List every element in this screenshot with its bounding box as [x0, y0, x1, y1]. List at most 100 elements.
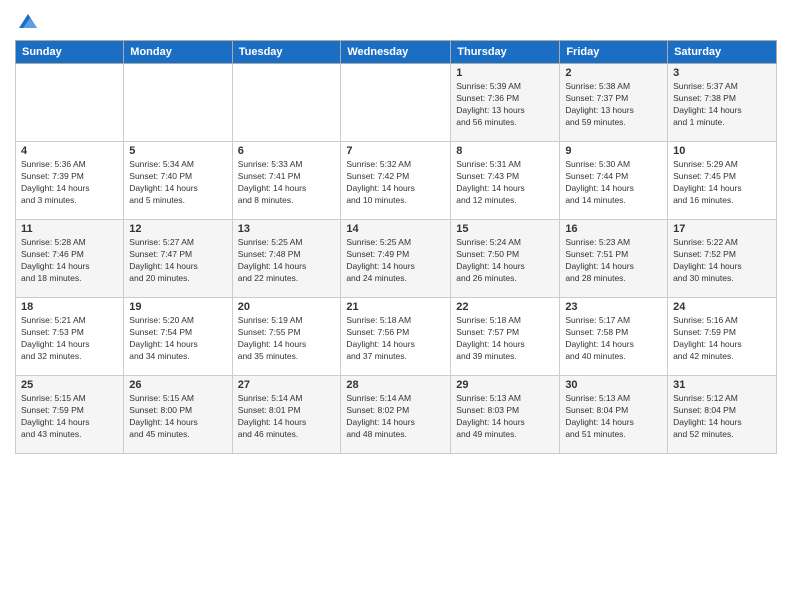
day-cell: 12 Sunrise: 5:27 AM Sunset: 7:47 PM Dayli…	[124, 220, 232, 298]
day-number: 13	[238, 223, 336, 235]
day-number: 7	[346, 145, 445, 157]
day-info: Sunrise: 5:14 AM Sunset: 8:02 PM Dayligh…	[346, 393, 445, 441]
day-number: 30	[565, 379, 662, 391]
day-cell: 6 Sunrise: 5:33 AM Sunset: 7:41 PM Daylig…	[232, 142, 341, 220]
weekday-header-monday: Monday	[124, 41, 232, 64]
day-number: 21	[346, 301, 445, 313]
day-number: 31	[673, 379, 771, 391]
day-info: Sunrise: 5:27 AM Sunset: 7:47 PM Dayligh…	[129, 237, 226, 285]
day-info: Sunrise: 5:37 AM Sunset: 7:38 PM Dayligh…	[673, 81, 771, 129]
weekday-header-thursday: Thursday	[451, 41, 560, 64]
day-info: Sunrise: 5:16 AM Sunset: 7:59 PM Dayligh…	[673, 315, 771, 363]
day-number: 29	[456, 379, 554, 391]
day-number: 28	[346, 379, 445, 391]
header	[15, 10, 777, 32]
day-info: Sunrise: 5:13 AM Sunset: 8:03 PM Dayligh…	[456, 393, 554, 441]
day-info: Sunrise: 5:13 AM Sunset: 8:04 PM Dayligh…	[565, 393, 662, 441]
day-cell: 4Sunrise: 5:36 AM Sunset: 7:39 PM Daylig…	[16, 142, 124, 220]
day-cell: 16 Sunrise: 5:23 AM Sunset: 7:51 PM Dayli…	[560, 220, 668, 298]
day-info: Sunrise: 5:20 AM Sunset: 7:54 PM Dayligh…	[129, 315, 226, 363]
day-info: Sunrise: 5:15 AM Sunset: 8:00 PM Dayligh…	[129, 393, 226, 441]
day-number: 17	[673, 223, 771, 235]
day-cell: 23 Sunrise: 5:17 AM Sunset: 7:58 PM Dayli…	[560, 298, 668, 376]
day-cell: 7 Sunrise: 5:32 AM Sunset: 7:42 PM Daylig…	[341, 142, 451, 220]
day-info: Sunrise: 5:31 AM Sunset: 7:43 PM Dayligh…	[456, 159, 554, 207]
day-cell: 9 Sunrise: 5:30 AM Sunset: 7:44 PM Daylig…	[560, 142, 668, 220]
day-cell: 24 Sunrise: 5:16 AM Sunset: 7:59 PM Dayli…	[668, 298, 777, 376]
day-info: Sunrise: 5:39 AM Sunset: 7:36 PM Dayligh…	[456, 81, 554, 129]
day-number: 15	[456, 223, 554, 235]
day-info: Sunrise: 5:30 AM Sunset: 7:44 PM Dayligh…	[565, 159, 662, 207]
day-number: 9	[565, 145, 662, 157]
day-number: 2	[565, 67, 662, 79]
day-number: 12	[129, 223, 226, 235]
day-cell: 3 Sunrise: 5:37 AM Sunset: 7:38 PM Daylig…	[668, 64, 777, 142]
day-cell: 14 Sunrise: 5:25 AM Sunset: 7:49 PM Dayli…	[341, 220, 451, 298]
day-number: 10	[673, 145, 771, 157]
day-cell: 29 Sunrise: 5:13 AM Sunset: 8:03 PM Dayli…	[451, 376, 560, 454]
day-cell	[232, 64, 341, 142]
day-number: 4	[21, 145, 118, 157]
day-cell: 13Sunrise: 5:25 AM Sunset: 7:48 PM Dayli…	[232, 220, 341, 298]
day-info: Sunrise: 5:25 AM Sunset: 7:49 PM Dayligh…	[346, 237, 445, 285]
day-info: Sunrise: 5:33 AM Sunset: 7:41 PM Dayligh…	[238, 159, 336, 207]
day-number: 27	[238, 379, 336, 391]
day-cell: 17 Sunrise: 5:22 AM Sunset: 7:52 PM Dayli…	[668, 220, 777, 298]
weekday-header-tuesday: Tuesday	[232, 41, 341, 64]
day-info: Sunrise: 5:21 AM Sunset: 7:53 PM Dayligh…	[21, 315, 118, 363]
day-number: 26	[129, 379, 226, 391]
calendar-header-row: SundayMondayTuesdayWednesdayThursdayFrid…	[16, 41, 777, 64]
day-cell: 18Sunrise: 5:21 AM Sunset: 7:53 PM Dayli…	[16, 298, 124, 376]
day-number: 5	[129, 145, 226, 157]
day-info: Sunrise: 5:29 AM Sunset: 7:45 PM Dayligh…	[673, 159, 771, 207]
day-info: Sunrise: 5:12 AM Sunset: 8:04 PM Dayligh…	[673, 393, 771, 441]
day-cell: 19 Sunrise: 5:20 AM Sunset: 7:54 PM Dayli…	[124, 298, 232, 376]
day-number: 20	[238, 301, 336, 313]
day-info: Sunrise: 5:23 AM Sunset: 7:51 PM Dayligh…	[565, 237, 662, 285]
day-cell: 2Sunrise: 5:38 AM Sunset: 7:37 PM Daylig…	[560, 64, 668, 142]
day-cell: 11Sunrise: 5:28 AM Sunset: 7:46 PM Dayli…	[16, 220, 124, 298]
day-number: 11	[21, 223, 118, 235]
day-number: 3	[673, 67, 771, 79]
week-row-2: 4Sunrise: 5:36 AM Sunset: 7:39 PM Daylig…	[16, 142, 777, 220]
day-cell: 22 Sunrise: 5:18 AM Sunset: 7:57 PM Dayli…	[451, 298, 560, 376]
day-cell: 8 Sunrise: 5:31 AM Sunset: 7:43 PM Daylig…	[451, 142, 560, 220]
day-cell	[124, 64, 232, 142]
logo-icon	[17, 10, 39, 32]
day-info: Sunrise: 5:22 AM Sunset: 7:52 PM Dayligh…	[673, 237, 771, 285]
day-cell: 10 Sunrise: 5:29 AM Sunset: 7:45 PM Dayli…	[668, 142, 777, 220]
week-row-4: 18Sunrise: 5:21 AM Sunset: 7:53 PM Dayli…	[16, 298, 777, 376]
day-info: Sunrise: 5:17 AM Sunset: 7:58 PM Dayligh…	[565, 315, 662, 363]
day-cell: 5Sunrise: 5:34 AM Sunset: 7:40 PM Daylig…	[124, 142, 232, 220]
day-cell: 27Sunrise: 5:14 AM Sunset: 8:01 PM Dayli…	[232, 376, 341, 454]
day-info: Sunrise: 5:32 AM Sunset: 7:42 PM Dayligh…	[346, 159, 445, 207]
calendar-table: SundayMondayTuesdayWednesdayThursdayFrid…	[15, 40, 777, 454]
day-info: Sunrise: 5:18 AM Sunset: 7:57 PM Dayligh…	[456, 315, 554, 363]
day-number: 14	[346, 223, 445, 235]
day-number: 19	[129, 301, 226, 313]
day-cell: 31 Sunrise: 5:12 AM Sunset: 8:04 PM Dayli…	[668, 376, 777, 454]
weekday-header-wednesday: Wednesday	[341, 41, 451, 64]
day-cell: 26 Sunrise: 5:15 AM Sunset: 8:00 PM Dayli…	[124, 376, 232, 454]
week-row-5: 25Sunrise: 5:15 AM Sunset: 7:59 PM Dayli…	[16, 376, 777, 454]
day-number: 24	[673, 301, 771, 313]
week-row-3: 11Sunrise: 5:28 AM Sunset: 7:46 PM Dayli…	[16, 220, 777, 298]
day-cell: 1Sunrise: 5:39 AM Sunset: 7:36 PM Daylig…	[451, 64, 560, 142]
day-cell	[341, 64, 451, 142]
weekday-header-friday: Friday	[560, 41, 668, 64]
day-cell: 28 Sunrise: 5:14 AM Sunset: 8:02 PM Dayli…	[341, 376, 451, 454]
day-number: 16	[565, 223, 662, 235]
page: SundayMondayTuesdayWednesdayThursdayFrid…	[0, 0, 792, 612]
day-number: 8	[456, 145, 554, 157]
week-row-1: 1Sunrise: 5:39 AM Sunset: 7:36 PM Daylig…	[16, 64, 777, 142]
day-number: 6	[238, 145, 336, 157]
weekday-header-sunday: Sunday	[16, 41, 124, 64]
day-number: 23	[565, 301, 662, 313]
logo	[15, 10, 39, 32]
day-cell: 30 Sunrise: 5:13 AM Sunset: 8:04 PM Dayli…	[560, 376, 668, 454]
day-number: 22	[456, 301, 554, 313]
day-cell: 21Sunrise: 5:18 AM Sunset: 7:56 PM Dayli…	[341, 298, 451, 376]
day-info: Sunrise: 5:24 AM Sunset: 7:50 PM Dayligh…	[456, 237, 554, 285]
day-cell	[16, 64, 124, 142]
day-cell: 25Sunrise: 5:15 AM Sunset: 7:59 PM Dayli…	[16, 376, 124, 454]
